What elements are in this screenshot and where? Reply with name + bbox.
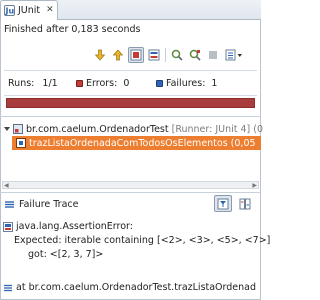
tab-label: JUnit <box>18 5 41 16</box>
scroll-lock-button[interactable] <box>146 47 162 63</box>
scroll-right-icon[interactable]: ▶ <box>252 182 257 189</box>
runs-counter: Runs: 1/1 <box>8 78 58 89</box>
runs-label: Runs: <box>8 77 35 89</box>
junit-toolbar <box>92 46 245 64</box>
failure-trace-title: Failure Trace <box>19 199 79 210</box>
errors-counter: Errors: 0 <box>76 78 129 89</box>
compare-icon <box>239 198 251 209</box>
previous-failure-icon <box>112 49 124 61</box>
trace-line[interactable]: got: <[2, 3, 7]> <box>28 249 103 260</box>
failures-label: Failures: <box>166 77 206 89</box>
suite-runner: [Runner: JUnit 4] <box>171 123 251 135</box>
suite-name: br.com.caelum.OrdenadorTest <box>26 123 169 135</box>
scroll-lock-icon <box>148 49 160 61</box>
failure-trace-content[interactable]: java.lang.AssertionError: Expected: iter… <box>0 216 270 300</box>
trace-line[interactable]: java.lang.AssertionError: <box>3 221 133 232</box>
history-dropdown-icon <box>225 49 242 61</box>
test-time: (0,05 <box>230 137 256 149</box>
trace-line-text: got: <[2, 3, 7]> <box>28 249 104 260</box>
test-tree[interactable]: br.com.caelum.OrdenadorTest [Runner: JUn… <box>0 116 263 178</box>
stop-icon <box>209 51 217 59</box>
errors-label: Errors: <box>86 77 118 89</box>
test-counters: Runs: 1/1 Errors: 0 Failures: 1 <box>4 70 257 96</box>
stack-frame-icon <box>4 284 12 291</box>
show-failures-only-icon <box>130 49 142 61</box>
errors-value: 0 <box>123 77 130 89</box>
tree-horizontal-scrollbar[interactable]: ◀ ▶ <box>2 181 259 189</box>
test-suite-failed-icon <box>13 124 23 134</box>
close-icon[interactable]: ✕ <box>46 6 54 15</box>
run-status-text: Finished after 0,183 seconds <box>4 24 141 35</box>
exception-icon <box>3 221 13 232</box>
trace-line-text: Expected: iterable containing [<2>, <3>,… <box>14 235 271 246</box>
stop-button[interactable] <box>205 47 221 63</box>
next-failure-button[interactable] <box>92 47 108 63</box>
filter-stack-icon <box>217 198 229 209</box>
trace-line-text: java.lang.AssertionError: <box>16 221 133 232</box>
runs-value: 1/1 <box>42 77 58 89</box>
tab-junit[interactable]: Ju JUnit ✕ <box>0 0 58 20</box>
failure-icon <box>156 79 163 87</box>
previous-failure-button[interactable] <box>110 47 126 63</box>
expanded-icon[interactable] <box>3 125 11 133</box>
history-dropdown-button[interactable] <box>223 47 245 63</box>
failures-counter: Failures: 1 <box>156 78 217 89</box>
test-progress-bar <box>6 98 255 108</box>
trace-line-text: at br.com.caelum.OrdenadorTest.trazLista… <box>16 282 257 293</box>
trace-line[interactable]: Expected: iterable containing [<2>, <3>,… <box>14 235 270 246</box>
tree-row-test-selected[interactable]: trazListaOrdenadaComTodosOsElementos (0,… <box>12 136 261 150</box>
rerun-button[interactable] <box>169 47 185 63</box>
svg-text:Ju: Ju <box>5 7 15 16</box>
suite-time: (0 <box>253 123 264 135</box>
stack-trace-icon <box>5 201 14 208</box>
compare-result-button[interactable] <box>236 195 254 212</box>
tree-row-suite[interactable]: br.com.caelum.OrdenadorTest [Runner: JUn… <box>3 122 263 136</box>
test-failed-icon <box>16 138 26 148</box>
filter-stack-button[interactable] <box>214 195 232 212</box>
test-name: trazListaOrdenadaComTodosOsElementos <box>29 137 228 149</box>
next-failure-icon <box>94 49 106 61</box>
show-failures-only-button[interactable] <box>128 47 144 63</box>
rerun-failed-first-icon <box>189 49 201 61</box>
failures-value: 1 <box>211 77 218 89</box>
view-tab-strip: Ju JUnit ✕ <box>0 0 261 20</box>
junit-icon: Ju <box>4 5 15 16</box>
toolbar-separator <box>165 48 166 62</box>
scroll-left-icon[interactable]: ◀ <box>4 182 9 189</box>
rerun-icon <box>171 49 183 61</box>
rerun-failed-first-button[interactable] <box>187 47 203 63</box>
trace-line[interactable]: at br.com.caelum.OrdenadorTest.trazLista… <box>3 282 256 293</box>
error-icon <box>76 79 83 87</box>
